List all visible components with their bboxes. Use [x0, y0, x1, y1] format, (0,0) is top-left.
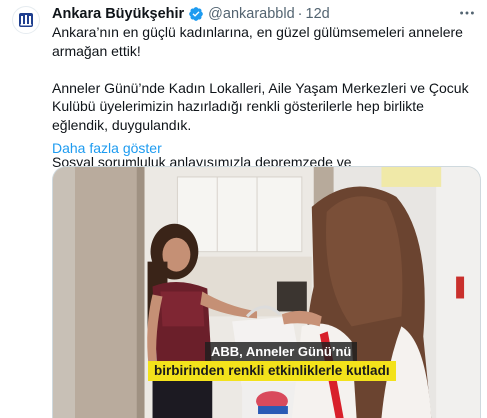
show-more-link[interactable]: Daha fazla göster	[52, 140, 162, 156]
verified-badge-icon	[188, 6, 204, 22]
tweet-header: Ankara Büyükşehir @ankarabbld · 12d	[52, 5, 330, 23]
account-name[interactable]: Ankara Büyükşehir	[52, 6, 184, 22]
tweet-media[interactable]: ABB, Anneler Günü’nü birbirinden renkli …	[52, 166, 481, 418]
tweet-paragraph-2: Anneler Günü’nde Kadın Lokalleri, Aile Y…	[52, 79, 469, 133]
ankara-logo-icon	[19, 13, 33, 27]
video-caption-top: ABB, Anneler Günü’nü	[205, 342, 358, 361]
more-icon	[460, 11, 474, 15]
more-options-button[interactable]	[457, 3, 477, 23]
avatar[interactable]	[12, 6, 40, 34]
video-caption-bottom: birbirinden renkli etkinliklerle kutladı	[148, 361, 396, 381]
tweet-paragraph-1: Ankara’nın en güçlü kadınlarına, en güze…	[52, 24, 463, 59]
timestamp[interactable]: 12d	[306, 6, 330, 22]
account-handle[interactable]: @ankarabbld	[208, 6, 294, 22]
separator-dot: ·	[297, 6, 303, 22]
